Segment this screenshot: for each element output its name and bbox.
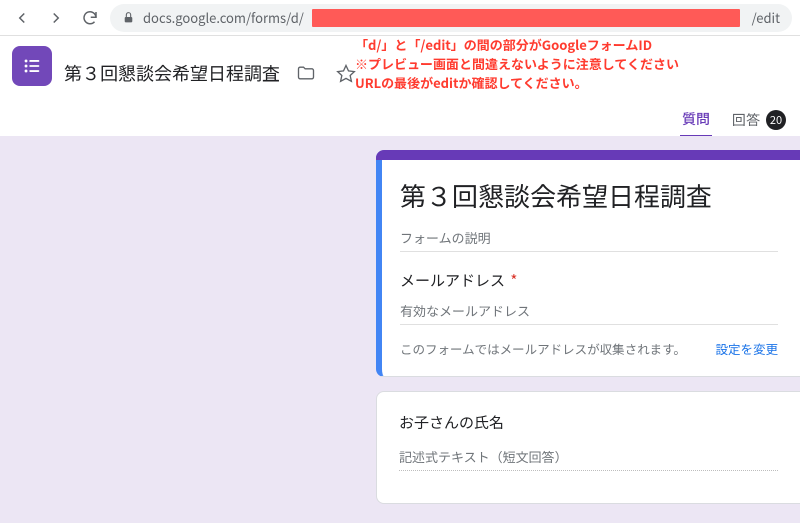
- editor-body: 第３回懇談会希望日程調査 フォームの説明 メールアドレス * 有効なメールアドレ…: [0, 136, 800, 523]
- folder-icon[interactable]: [292, 59, 320, 87]
- question-card[interactable]: お子さんの氏名 記述式テキスト（短文回答）: [376, 391, 800, 504]
- forward-icon[interactable]: [42, 4, 70, 32]
- annotation-line-3: URLの最後がeditか確認してください。: [355, 74, 792, 93]
- form-title-header[interactable]: 第３回懇談会希望日程調査: [64, 60, 280, 86]
- question-title[interactable]: お子さんの氏名: [399, 412, 778, 433]
- lock-icon: [122, 11, 135, 24]
- url-redacted-id: [312, 9, 740, 27]
- app-header: 第３回懇談会希望日程調査 「d/」と「/edit」の間の部分がGoogleフォー…: [0, 36, 800, 100]
- tab-questions-label: 質問: [682, 109, 710, 129]
- url-suffix: /edit: [748, 8, 780, 27]
- email-collection-note: このフォームではメールアドレスが収集されます。 設定を変更: [400, 339, 778, 358]
- url-prefix: docs.google.com/forms/d/: [143, 8, 304, 27]
- address-bar[interactable]: docs.google.com/forms/d/ /edit: [110, 4, 792, 32]
- required-asterisk: *: [507, 270, 517, 291]
- form-header-card[interactable]: 第３回懇談会希望日程調査 フォームの説明 メールアドレス * 有効なメールアドレ…: [376, 150, 800, 377]
- tab-responses[interactable]: 回答 20: [730, 104, 788, 136]
- reload-icon[interactable]: [76, 4, 104, 32]
- browser-nav-bar: docs.google.com/forms/d/ /edit: [0, 0, 800, 36]
- card-accent-bar: [376, 150, 800, 160]
- form-description-input[interactable]: フォームの説明: [400, 228, 778, 252]
- tab-questions[interactable]: 質問: [680, 103, 712, 138]
- annotation-line-1: 「d/」と「/edit」の間の部分がGoogleフォームID: [355, 36, 792, 55]
- email-input-placeholder[interactable]: 有効なメールアドレス: [400, 301, 778, 325]
- change-settings-link[interactable]: 設定を変更: [715, 339, 778, 358]
- forms-app-icon[interactable]: [12, 46, 52, 86]
- annotation-overlay: 「d/」と「/edit」の間の部分がGoogleフォームID ※プレビュー画面と…: [355, 36, 792, 93]
- tab-responses-label: 回答: [732, 110, 760, 130]
- short-answer-placeholder[interactable]: 記述式テキスト（短文回答）: [399, 447, 778, 471]
- back-icon[interactable]: [8, 4, 36, 32]
- form-title-input[interactable]: 第３回懇談会希望日程調査: [400, 177, 778, 214]
- tabs-row: 質問 回答 20: [0, 100, 800, 136]
- email-question-label: メールアドレス *: [400, 270, 778, 291]
- annotation-line-2: ※プレビュー画面と間違えないように注意してください: [355, 55, 792, 74]
- responses-count-badge: 20: [766, 110, 786, 130]
- email-note-text: このフォームではメールアドレスが収集されます。: [400, 339, 686, 358]
